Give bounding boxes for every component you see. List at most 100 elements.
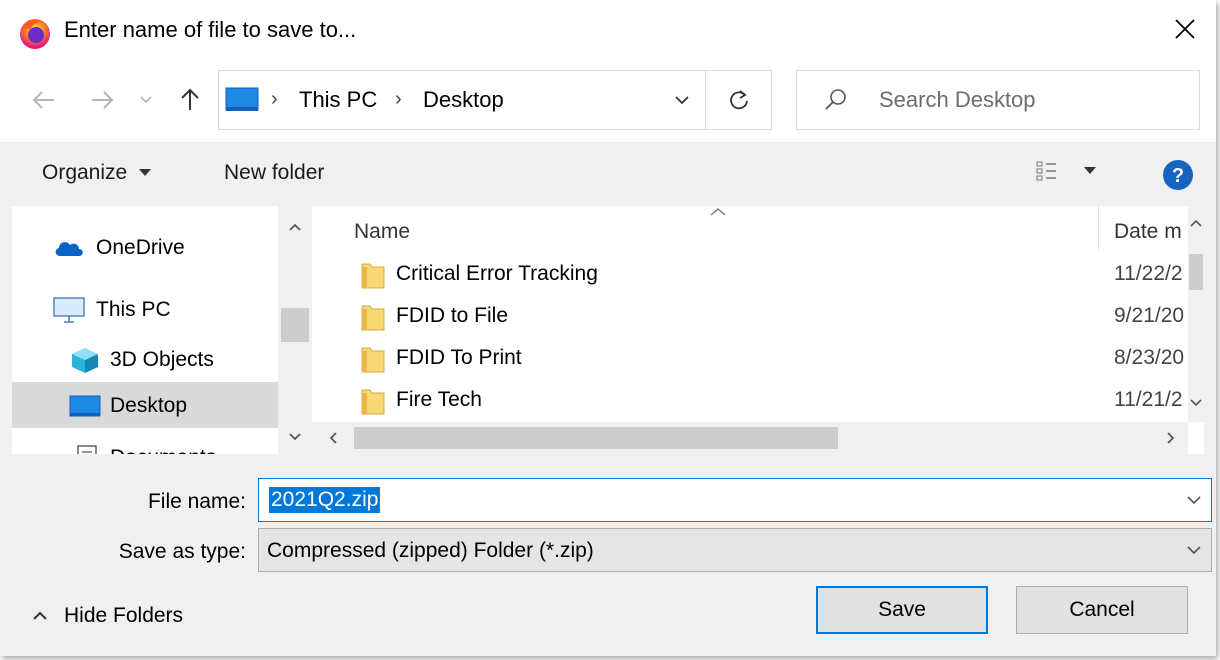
back-button[interactable]	[24, 80, 64, 120]
chevron-up-icon[interactable]	[1190, 218, 1202, 228]
folder-icon	[361, 305, 385, 331]
nav-item-label: This PC	[96, 298, 171, 321]
navigation-pane: OneDrive This PC 3D Objects Desktop	[12, 206, 278, 454]
file-name-label: File name:	[147, 490, 246, 513]
file-date: 11/22/2	[1114, 262, 1183, 285]
command-toolbar: Organize New folder ?	[0, 142, 1216, 206]
save-as-type-select[interactable]: Compressed (zipped) Folder (*.zip)	[258, 528, 1212, 572]
scroll-thumb[interactable]	[281, 308, 309, 342]
sort-ascending-icon	[710, 208, 726, 216]
chevron-down-icon	[1187, 546, 1201, 555]
folder-icon	[361, 347, 385, 373]
scroll-down-button[interactable]	[278, 422, 312, 452]
close-button[interactable]	[1154, 0, 1216, 58]
search-box[interactable]: Search Desktop	[796, 70, 1200, 130]
nav-item-3d-objects[interactable]: 3D Objects	[12, 336, 278, 382]
file-date: 8/23/20	[1114, 346, 1185, 369]
arrow-left-icon	[32, 91, 54, 109]
column-divider[interactable]	[1098, 206, 1099, 250]
save-button[interactable]: Save	[816, 586, 988, 634]
refresh-button[interactable]	[707, 71, 771, 129]
address-dropdown-button[interactable]	[659, 71, 705, 129]
file-row-fdid-to-file[interactable]: FDID to File 9/21/20	[312, 296, 1204, 338]
chevron-left-icon	[329, 432, 337, 444]
up-button[interactable]	[170, 80, 210, 120]
column-header-date[interactable]: Date m	[1114, 220, 1182, 244]
breadcrumb-separator: ›	[271, 88, 278, 110]
browser-body: OneDrive This PC 3D Objects Desktop Name…	[12, 206, 1204, 454]
desktop-icon	[225, 87, 259, 111]
file-row-fire-tech[interactable]: Fire Tech 11/21/2	[312, 380, 1204, 422]
organize-label: Organize	[42, 161, 128, 184]
column-header-name[interactable]: Name	[354, 220, 410, 244]
address-bar[interactable]: › This PC › Desktop	[218, 70, 772, 130]
forward-button[interactable]	[82, 80, 122, 120]
cube-icon	[72, 348, 98, 373]
nav-pane-scrollbar[interactable]	[278, 206, 312, 454]
view-details-icon	[1036, 161, 1056, 181]
file-date: 11/21/2	[1114, 388, 1183, 411]
nav-item-this-pc[interactable]: This PC	[12, 286, 278, 332]
scroll-right-button[interactable]	[1154, 422, 1188, 454]
nav-item-label: Desktop	[110, 394, 188, 417]
search-icon	[825, 89, 846, 110]
cloud-icon	[55, 242, 83, 256]
file-list-horizontal-scrollbar[interactable]	[312, 422, 1188, 454]
hide-folders-button[interactable]: Hide Folders	[32, 604, 183, 628]
scroll-thumb[interactable]	[1189, 254, 1203, 290]
save-file-dialog: Enter name of file to save to... › This …	[0, 0, 1216, 656]
chevron-right-icon	[1167, 432, 1175, 444]
nav-item-onedrive[interactable]: OneDrive	[12, 224, 278, 270]
document-icon	[77, 445, 97, 454]
desktop-icon	[69, 395, 101, 417]
nav-item-desktop[interactable]: Desktop	[12, 382, 278, 428]
hide-folders-label: Hide Folders	[64, 604, 184, 627]
folder-icon	[361, 263, 385, 289]
monitor-icon	[53, 297, 85, 323]
nav-item-documents[interactable]: Documents	[12, 434, 278, 454]
chevron-down-icon	[675, 96, 689, 105]
change-view-button[interactable]	[1036, 161, 1096, 181]
breadcrumb-separator: ›	[395, 88, 402, 110]
nav-item-label: 3D Objects	[110, 348, 214, 371]
file-date: 9/21/20	[1114, 304, 1185, 327]
recent-locations-button[interactable]	[132, 80, 160, 120]
save-as-type-label: Save as type:	[118, 540, 246, 563]
svg-text:?: ?	[1172, 165, 1184, 187]
file-name: FDID To Print	[396, 346, 522, 369]
file-row-critical-error-tracking[interactable]: Critical Error Tracking 11/22/2	[312, 254, 1204, 296]
chevron-down-icon[interactable]	[1190, 398, 1202, 408]
help-icon[interactable]: ?	[1162, 159, 1194, 191]
scroll-thumb[interactable]	[354, 427, 838, 449]
nav-item-label: Documents	[110, 446, 216, 454]
arrow-up-icon	[181, 88, 199, 110]
chevron-down-icon	[289, 433, 301, 441]
search-input[interactable]: Search Desktop	[879, 87, 1036, 113]
file-row-fdid-to-print[interactable]: FDID To Print 8/23/20	[312, 338, 1204, 380]
folder-icon	[361, 389, 385, 415]
organize-button[interactable]: Organize	[42, 161, 152, 185]
cancel-button[interactable]: Cancel	[1016, 586, 1188, 634]
breadcrumb-this-pc[interactable]: This PC	[299, 87, 377, 113]
file-list: Name Date m Critical Error Tracking 11/2…	[312, 206, 1204, 454]
breadcrumb-desktop[interactable]: Desktop	[423, 87, 504, 113]
address-divider	[705, 71, 706, 129]
scroll-left-button[interactable]	[316, 422, 350, 454]
new-folder-label: New folder	[224, 161, 325, 184]
file-name-value: 2021Q2.zip	[269, 487, 381, 513]
chevron-down-icon[interactable]	[1185, 491, 1203, 509]
scroll-up-button[interactable]	[278, 212, 312, 242]
navigation-bar: › This PC › Desktop Search Desktop	[0, 62, 1216, 142]
save-as-type-value: Compressed (zipped) Folder (*.zip)	[267, 539, 594, 562]
arrow-right-icon	[92, 91, 114, 109]
caret-down-icon	[139, 169, 152, 176]
title-bar: Enter name of file to save to...	[0, 0, 1216, 62]
file-name-input[interactable]: 2021Q2.zip	[258, 478, 1212, 522]
firefox-icon	[20, 19, 50, 49]
refresh-icon	[730, 90, 748, 110]
close-icon	[1175, 19, 1195, 39]
file-list-vertical-scrollbar[interactable]	[1188, 206, 1204, 422]
new-folder-button[interactable]: New folder	[224, 161, 324, 185]
caret-down-icon	[1084, 167, 1096, 174]
chevron-up-icon	[33, 611, 47, 620]
